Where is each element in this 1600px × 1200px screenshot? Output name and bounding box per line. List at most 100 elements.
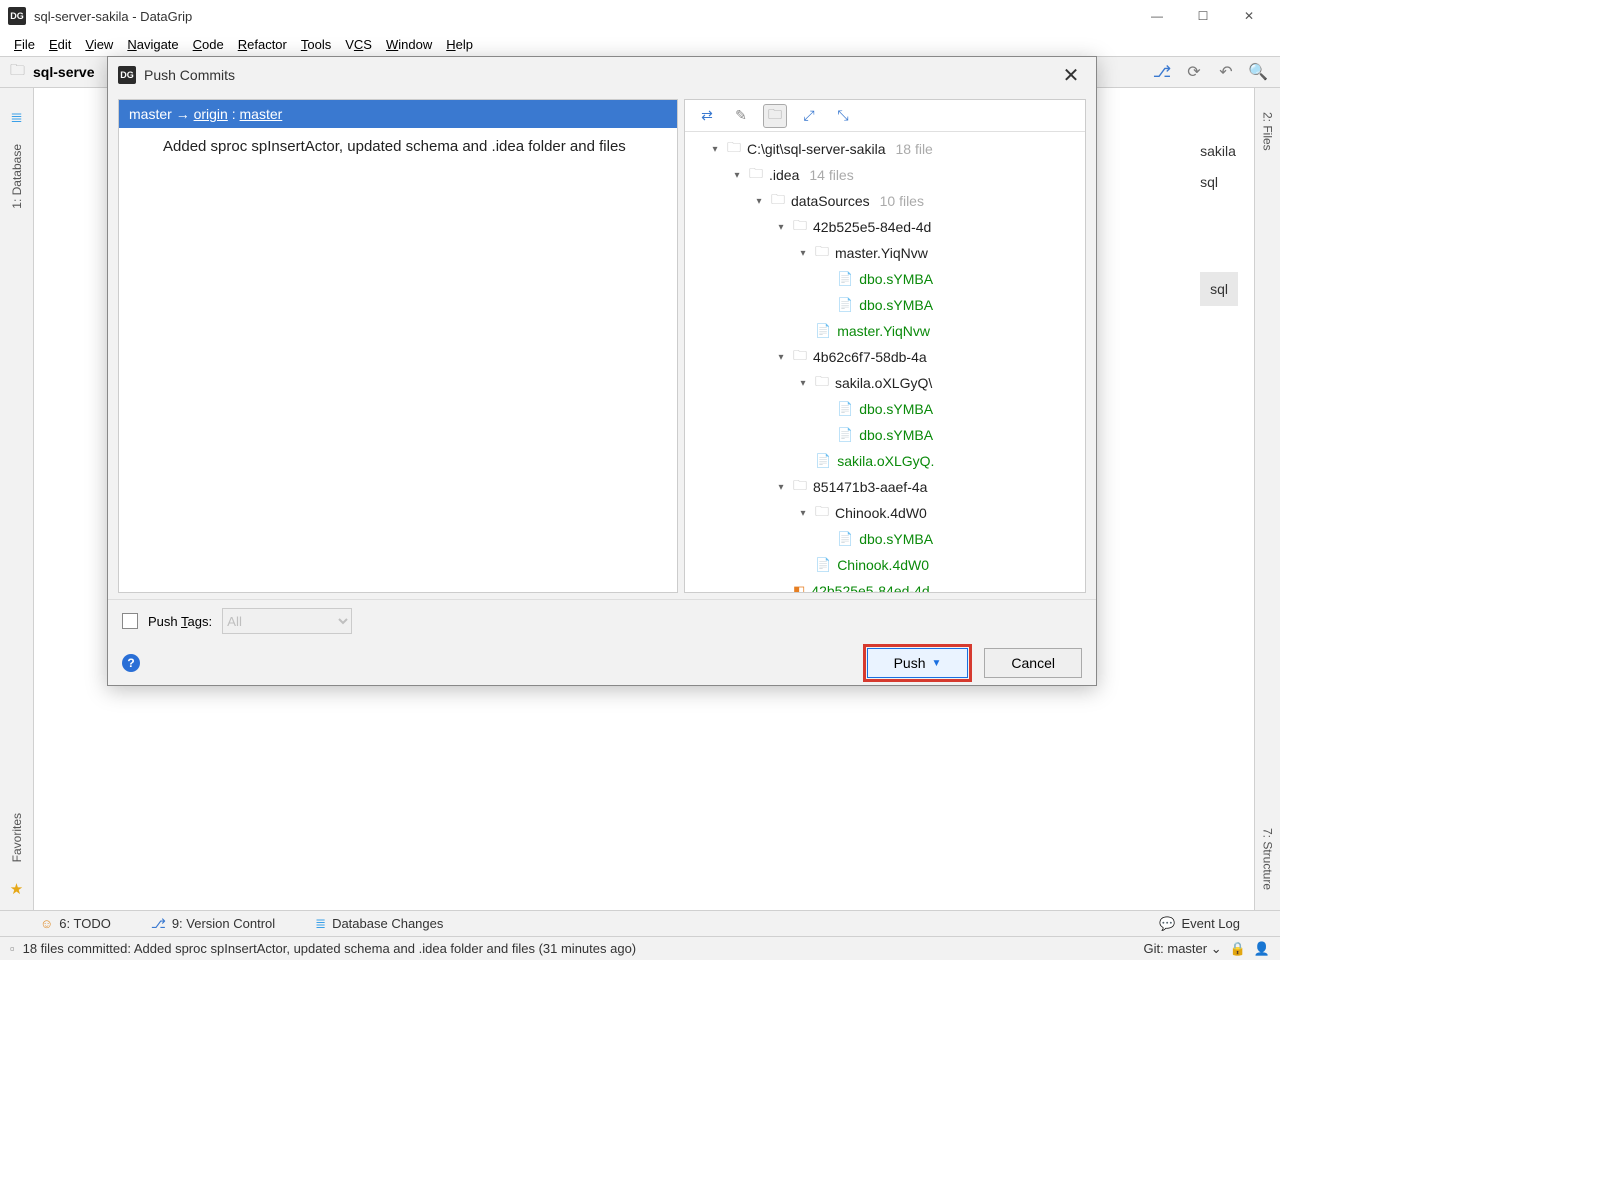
tree-node-label: 42b525e5-84ed-4d [811, 583, 929, 592]
titlebar: DG sql-server-sakila - DataGrip — ☐ ✕ [0, 0, 1280, 32]
folder-icon: 🗀 [815, 371, 829, 395]
menu-code[interactable]: Code [187, 35, 230, 54]
menu-refactor[interactable]: Refactor [232, 35, 293, 54]
dialog-app-icon: DG [118, 66, 136, 84]
file-icon: 📄 [837, 401, 853, 417]
project-name[interactable]: sql-serve [33, 64, 94, 80]
toolwindow-toggle-icon[interactable]: ▫ [10, 941, 15, 956]
folder-icon: 🗀 [749, 163, 763, 187]
menu-window[interactable]: Window [380, 35, 438, 54]
folder-icon: 🗀 [771, 189, 785, 213]
cancel-button[interactable]: Cancel [984, 648, 1082, 678]
close-button[interactable]: ✕ [1226, 0, 1272, 32]
file-icon: 📄 [837, 427, 853, 443]
tree-row[interactable]: 📄dbo.sYMBA [691, 526, 1079, 552]
chevron-down-icon: ▾ [797, 378, 809, 389]
structure-toolwindow[interactable]: 7: Structure [1261, 824, 1275, 890]
tree-node-label: .idea [769, 167, 799, 183]
chevron-down-icon: ▾ [709, 144, 721, 155]
tree-row[interactable]: ▾🗀C:\git\sql-server-sakila18 file [691, 136, 1079, 162]
collapse-all-icon[interactable]: ⤡ [831, 104, 855, 128]
tree-row[interactable]: 📄master.YiqNvw [691, 318, 1079, 344]
branch-header[interactable]: master → origin : master [119, 100, 677, 128]
tree-row[interactable]: ▾🗀Chinook.4dW0 [691, 500, 1079, 526]
versioncontrol-toolwindow[interactable]: ⎇9: Version Control [151, 916, 275, 932]
tree-row[interactable]: ▾🗀42b525e5-84ed-4d [691, 214, 1079, 240]
tree-row[interactable]: 📄 dbo.sYMBA [691, 422, 1079, 448]
tree-node-label: sakila.oXLGyQ\ [835, 375, 932, 391]
tree-node-label: dbo.sYMBA [859, 427, 933, 443]
eventlog-toolwindow[interactable]: 💬Event Log [1159, 916, 1240, 932]
tree-row[interactable]: ◧42b525e5-84ed-4d [691, 578, 1079, 592]
search-icon[interactable]: 🔍 [1246, 60, 1270, 84]
person-icon[interactable]: 👤 [1254, 941, 1270, 957]
lock-icon[interactable]: 🔒 [1230, 941, 1246, 957]
undo-icon[interactable]: ↶ [1214, 60, 1238, 84]
update-icon[interactable]: ⟳ [1182, 60, 1206, 84]
push-button[interactable]: Push▼ [867, 648, 969, 678]
dialog-close-button[interactable]: ✕ [1056, 63, 1086, 88]
folder-icon: 🗀 [815, 241, 829, 265]
file-tree-panel: ⇄ ✎ 🗀 ⤢ ⤡ ▾🗀C:\git\sql-server-sakila18 f… [684, 99, 1086, 593]
compare-icon[interactable]: ⇄ [695, 104, 719, 128]
maximize-button[interactable]: ☐ [1180, 0, 1226, 32]
commit-list-panel: master → origin : master Added sproc spI… [118, 99, 678, 593]
status-message: 18 files committed: Added sproc spInsert… [23, 941, 637, 956]
push-tags-label: Push Tags: [148, 614, 212, 629]
tree-node-count: 18 file [895, 141, 932, 157]
tree-node-label: Chinook.4dW0 [837, 557, 929, 573]
databasechanges-toolwindow[interactable]: ≣Database Changes [315, 916, 443, 932]
project-folder-icon: 🗀 [10, 60, 25, 85]
git-branch-widget[interactable]: Git: master ⌄ [1144, 941, 1222, 957]
tree-row[interactable]: 📄sakila.oXLGyQ. [691, 448, 1079, 474]
tree-row[interactable]: ▾🗀4b62c6f7-58db-4a [691, 344, 1079, 370]
menu-help[interactable]: Help [440, 35, 479, 54]
tree-row[interactable]: 📄dbo.sYMBA [691, 292, 1079, 318]
push-tags-checkbox[interactable] [122, 613, 138, 629]
bottom-toolwindow-bar: ☺6: TODO ⎇9: Version Control ≣Database C… [0, 910, 1280, 936]
help-button[interactable]: ? [122, 654, 140, 672]
commit-message[interactable]: Added sproc spInsertActor, updated schem… [119, 128, 677, 165]
files-toolwindow[interactable]: 2: Files [1261, 108, 1275, 151]
file-tree-toolbar: ⇄ ✎ 🗀 ⤢ ⤡ [685, 100, 1085, 132]
tree-row[interactable]: ▾ 🗀 .idea 14 files [691, 162, 1079, 188]
folder-icon: 🗀 [727, 137, 741, 161]
menu-file[interactable]: File [8, 35, 41, 54]
tree-row[interactable]: ▾🗀851471b3-aaef-4a [691, 474, 1079, 500]
favorites-toolwindow[interactable]: Favorites [10, 813, 24, 862]
tree-row[interactable]: 📄Chinook.4dW0 [691, 552, 1079, 578]
group-by-directory-icon[interactable]: 🗀 [763, 104, 787, 128]
chevron-down-icon: ▾ [797, 248, 809, 259]
file-icon: 📄 [837, 271, 853, 287]
menu-vcs[interactable]: VCS [339, 35, 378, 54]
menu-navigate[interactable]: Navigate [121, 35, 184, 54]
tree-row[interactable]: 📄 dbo.sYMBA [691, 396, 1079, 422]
dialog-title: Push Commits [144, 67, 1048, 83]
todo-toolwindow[interactable]: ☺6: TODO [40, 916, 111, 931]
tree-row[interactable]: 📄dbo.sYMBA [691, 266, 1079, 292]
expand-all-icon[interactable]: ⤢ [797, 104, 821, 128]
folder-icon: 🗀 [793, 475, 807, 499]
chevron-down-icon: ▾ [775, 482, 787, 493]
tree-node-label: 4b62c6f7-58db-4a [813, 349, 927, 365]
menu-view[interactable]: View [79, 35, 119, 54]
tree-row[interactable]: ▾ 🗀 sakila.oXLGyQ\ [691, 370, 1079, 396]
tree-row[interactable]: ▾🗀dataSources10 files [691, 188, 1079, 214]
minimize-button[interactable]: — [1134, 0, 1180, 32]
tree-node-label: dbo.sYMBA [859, 401, 933, 417]
database-toolwindow[interactable]: 1: Database [10, 144, 24, 209]
file-tree[interactable]: ▾🗀C:\git\sql-server-sakila18 file▾🗀.idea… [685, 132, 1085, 592]
chevron-down-icon: ▾ [775, 352, 787, 363]
tree-node-count: 14 files [809, 167, 853, 183]
left-toolwindow-bar: ≣ 1: Database Favorites ★ [0, 88, 34, 910]
tree-row[interactable]: ▾ 🗀 master.YiqNvw [691, 240, 1079, 266]
chevron-down-icon: ▾ [731, 170, 743, 181]
edit-source-icon[interactable]: ✎ [729, 104, 753, 128]
tree-node-label: dbo.sYMBA [859, 531, 933, 547]
chevron-down-icon: ▾ [753, 196, 765, 207]
tree-node-label: master.YiqNvw [835, 245, 928, 261]
menu-edit[interactable]: Edit [43, 35, 77, 54]
push-tags-select[interactable]: All [222, 608, 352, 634]
menu-tools[interactable]: Tools [295, 35, 337, 54]
branch-icon[interactable]: ⎇ [1150, 60, 1174, 84]
